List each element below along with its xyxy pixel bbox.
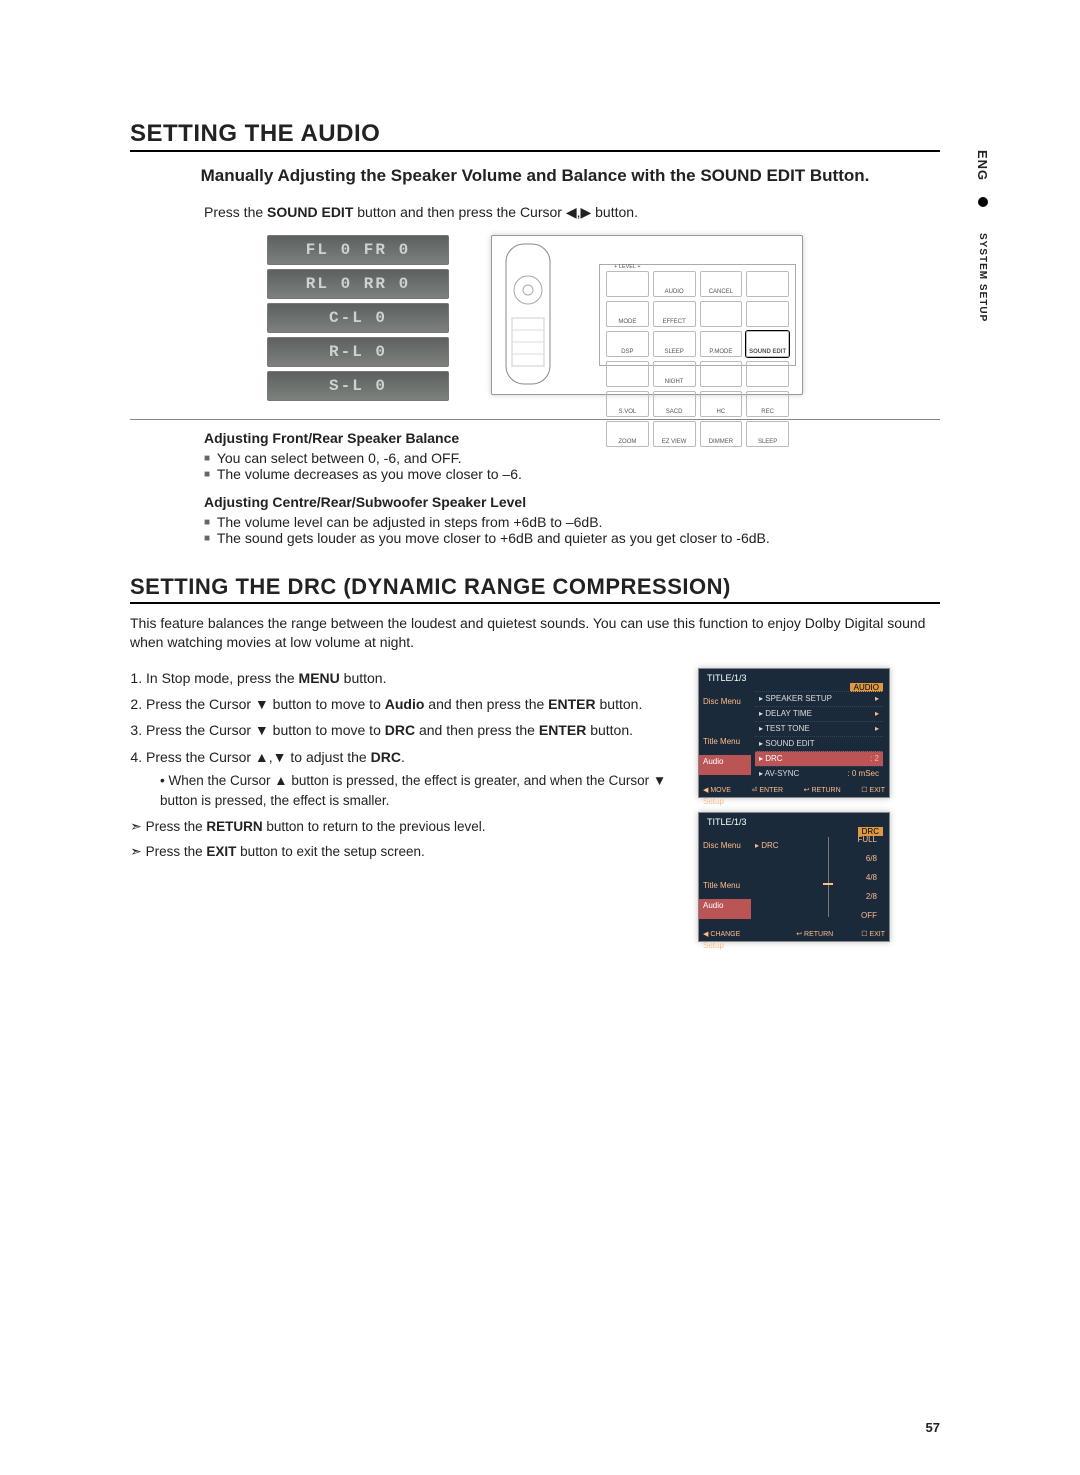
remote-button: NIGHT xyxy=(653,361,696,387)
remote-button: + LEVEL + xyxy=(606,271,649,297)
osd-side-item: Disc Menu xyxy=(699,839,751,859)
remote-button: SLEEP xyxy=(653,331,696,357)
remote-button: AUDIO xyxy=(653,271,696,297)
intro-paragraph: This feature balances the range between … xyxy=(130,614,940,652)
bullet-list: You can select between 0, -6, and OFF. T… xyxy=(204,450,940,482)
osd-side-item xyxy=(699,859,751,879)
lcd-display: S-L 0 xyxy=(267,371,449,401)
remote-icon xyxy=(500,242,556,388)
remote-button xyxy=(700,301,743,327)
remote-button: DIMMER xyxy=(700,421,743,447)
drc-scale-marker xyxy=(823,883,833,885)
section-subtitle: Adjusting Front/Rear Speaker Balance xyxy=(204,430,940,446)
osd-main-list: ▸ SPEAKER SETUP▸▸ DELAY TIME▸▸ TEST TONE… xyxy=(755,691,883,781)
lcd-display: RL 0 RR 0 xyxy=(267,269,449,299)
remote-button xyxy=(700,361,743,387)
osd-row: ▸ SOUND EDIT xyxy=(755,736,883,751)
section-subtitle: Adjusting Centre/Rear/Subwoofer Speaker … xyxy=(204,494,940,510)
remote-button xyxy=(606,361,649,387)
osd-footer: ◀ MOVE ⏎ ENTER ↩ RETURN ☐ EXIT xyxy=(703,786,885,794)
osd-row: ▸ TEST TONE▸ xyxy=(755,721,883,736)
step-note: When the Cursor ▲ button is pressed, the… xyxy=(160,771,676,810)
list-item: The sound gets louder as you move closer… xyxy=(204,530,940,546)
hint-line: Press the RETURN button to return to the… xyxy=(130,818,676,835)
list-item: The volume decreases as you move closer … xyxy=(204,466,940,482)
remote-callout: + LEVEL +AUDIOCANCEL MODEEFFECTDSPSLEEPP.… xyxy=(599,264,796,366)
divider xyxy=(130,419,940,420)
osd-side-item xyxy=(699,715,751,735)
remote-button xyxy=(746,301,789,327)
page-title: SETTING THE AUDIO xyxy=(130,120,940,152)
step-item: In Stop mode, press the MENU button. xyxy=(146,668,676,688)
osd-side-item: Setup xyxy=(699,939,751,959)
figures-row: FL 0 FR 0 RL 0 RR 0 C-L 0 R-L 0 S-L 0 + … xyxy=(130,235,940,401)
osd-footer: ◀ CHANGE ↩ RETURN ☐ EXIT xyxy=(703,930,885,938)
section-title: SETTING THE DRC (DYNAMIC RANGE COMPRESSI… xyxy=(130,574,940,604)
osd-side-menu: Disc Menu Title Menu Audio Setup xyxy=(699,839,751,959)
osd-title: TITLE/1/3 xyxy=(707,673,747,683)
osd-side-menu: Disc Menu Title Menu Audio Setup xyxy=(699,695,751,815)
remote-button: DSP xyxy=(606,331,649,357)
osd-side-item: Title Menu xyxy=(699,879,751,899)
remote-button: SLEEP xyxy=(746,421,789,447)
osd-title: TITLE/1/3 xyxy=(707,817,747,827)
osd-side-item: Disc Menu xyxy=(699,695,751,715)
page-number: 57 xyxy=(926,1420,940,1435)
osd-side-item: Audio xyxy=(699,755,751,775)
lcd-stack: FL 0 FR 0 RL 0 RR 0 C-L 0 R-L 0 S-L 0 xyxy=(267,235,449,401)
remote-button: MODE xyxy=(606,301,649,327)
remote-button: SOUND EDIT xyxy=(746,331,789,357)
remote-button: P.MODE xyxy=(700,331,743,357)
lcd-display: C-L 0 xyxy=(267,303,449,333)
remote-button: EFFECT xyxy=(653,301,696,327)
remote-button: ZOOM xyxy=(606,421,649,447)
steps-list: In Stop mode, press the MENU button. Pre… xyxy=(130,668,676,810)
lcd-display: R-L 0 xyxy=(267,337,449,367)
osd-side-item: Title Menu xyxy=(699,735,751,755)
drc-scale-labels: FULL 6/8 4/8 2/8 OFF xyxy=(857,835,877,920)
step-item: Press the Cursor ▲,▼ to adjust the DRC. … xyxy=(146,747,676,810)
lcd-display: FL 0 FR 0 xyxy=(267,235,449,265)
step-item: Press the Cursor ▼ button to move to DRC… xyxy=(146,720,676,740)
remote-button: HC xyxy=(700,391,743,417)
drc-scale-axis xyxy=(828,837,829,917)
remote-button xyxy=(746,271,789,297)
osd-screenshot: TITLE/1/3 AUDIO Disc Menu Title Menu Aud… xyxy=(698,668,890,798)
osd-stack: TITLE/1/3 AUDIO Disc Menu Title Menu Aud… xyxy=(698,668,890,942)
list-item: You can select between 0, -6, and OFF. xyxy=(204,450,940,466)
osd-row: ▸ SPEAKER SETUP▸ xyxy=(755,691,883,706)
remote-illustration: + LEVEL +AUDIOCANCEL MODEEFFECTDSPSLEEPP.… xyxy=(491,235,803,395)
hint-line: Press the EXIT button to exit the setup … xyxy=(130,843,676,860)
osd-side-item: Audio xyxy=(699,899,751,919)
osd-row: ▸ AV-SYNC: 0 mSec xyxy=(755,766,883,781)
remote-button: S.VOL xyxy=(606,391,649,417)
subheading: Manually Adjusting the Speaker Volume an… xyxy=(130,166,940,186)
bullet-list: The volume level can be adjusted in step… xyxy=(204,514,940,546)
step-item: Press the Cursor ▼ button to move to Aud… xyxy=(146,694,676,714)
remote-button xyxy=(746,361,789,387)
instruction-line: Press the SOUND EDIT button and then pre… xyxy=(204,204,940,221)
list-item: The volume level can be adjusted in step… xyxy=(204,514,940,530)
osd-row: ▸ DELAY TIME▸ xyxy=(755,706,883,721)
osd-drc-label: ▸ DRC xyxy=(755,841,779,850)
remote-button: CANCEL xyxy=(700,271,743,297)
osd-row: ▸ DRC: 2 xyxy=(755,751,883,766)
remote-button: EZ VIEW xyxy=(653,421,696,447)
osd-screenshot: TITLE/1/3 DRC Disc Menu Title Menu Audio… xyxy=(698,812,890,942)
remote-button: SACD xyxy=(653,391,696,417)
remote-button: REC xyxy=(746,391,789,417)
